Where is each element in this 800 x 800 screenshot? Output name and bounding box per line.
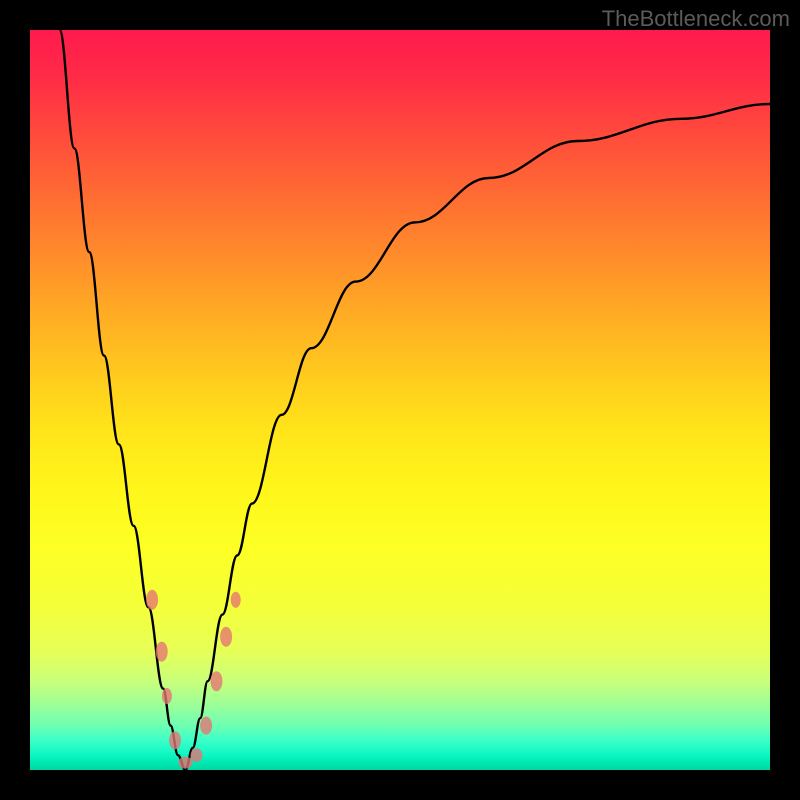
curve-layer: [30, 30, 770, 770]
data-marker: [231, 592, 241, 608]
data-marker: [220, 627, 232, 647]
curve-right-branch: [185, 104, 770, 770]
plot-area: [30, 30, 770, 770]
data-marker: [169, 731, 181, 749]
chart-frame: TheBottleneck.com: [0, 0, 800, 800]
data-marker: [178, 757, 192, 769]
data-marker: [200, 717, 212, 735]
data-marker: [191, 748, 203, 762]
data-marker: [210, 671, 222, 691]
data-marker: [156, 642, 168, 662]
data-marker: [162, 688, 172, 704]
curve-left-branch: [60, 30, 186, 770]
data-marker: [146, 590, 158, 610]
watermark-text: TheBottleneck.com: [602, 6, 790, 32]
